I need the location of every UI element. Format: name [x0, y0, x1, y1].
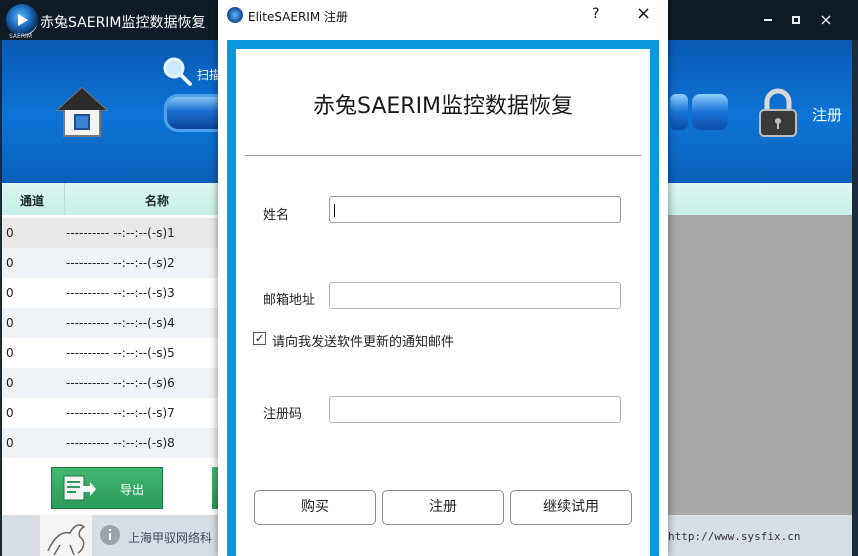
dialog-close-button[interactable]: ×	[636, 3, 651, 24]
table-header: 通道 名称	[2, 183, 220, 215]
export-icon	[63, 475, 96, 501]
table-row[interactable]: 0 ---------- --:--:--(-s)5	[2, 338, 220, 368]
window-edge	[852, 40, 858, 556]
cell-name: ---------- --:--:--(-s)7	[66, 406, 175, 420]
cell-name: ---------- --:--:--(-s)2	[66, 256, 175, 270]
cell-channel: 0	[6, 256, 14, 270]
cell-channel: 0	[6, 286, 14, 300]
cell-channel: 0	[6, 226, 14, 240]
buy-button[interactable]: 购买	[254, 490, 376, 525]
registration-code-field[interactable]	[329, 396, 621, 423]
column-divider	[64, 183, 65, 215]
preview-area	[668, 215, 852, 515]
toolbar-tile[interactable]	[670, 94, 688, 130]
info-icon	[100, 525, 120, 545]
notify-checkbox[interactable]: ✓	[253, 332, 266, 345]
notify-checkbox-label[interactable]: 请向我发送软件更新的通知邮件	[272, 331, 454, 350]
column-header-channel[interactable]: 通道	[20, 192, 44, 209]
register-button[interactable]: 注册	[382, 490, 504, 525]
app-close-button[interactable]: ×	[816, 10, 836, 30]
dialog-titlebar: EliteSAERIM 注册 ? ×	[218, 0, 668, 31]
app-title: 赤兔SAERIM监控数据恢复	[40, 15, 206, 31]
cell-name: ---------- --:--:--(-s)1	[66, 226, 175, 240]
register-label[interactable]: 注册	[812, 104, 842, 125]
cell-name: ---------- --:--:--(-s)3	[66, 286, 175, 300]
home-icon[interactable]	[54, 84, 110, 140]
export-button[interactable]: 导出	[51, 467, 163, 509]
registration-dialog: EliteSAERIM 注册 ? × 赤兔SAERIM监控数据恢复 姓名 邮箱地…	[218, 0, 668, 556]
name-field[interactable]	[329, 196, 621, 223]
footer-company-name: 上海甲驭网络科	[128, 531, 213, 545]
text-caret	[334, 204, 335, 217]
search-icon[interactable]	[162, 56, 192, 86]
right-panel-header	[668, 183, 852, 215]
minimize-button[interactable]	[758, 10, 778, 30]
email-field[interactable]	[329, 282, 621, 309]
cell-channel: 0	[6, 316, 14, 330]
cell-name: ---------- --:--:--(-s)4	[66, 316, 175, 330]
divider	[245, 155, 641, 156]
table-row[interactable]: 0 ---------- --:--:--(-s)8	[2, 428, 220, 458]
email-label: 邮箱地址	[263, 293, 316, 308]
cell-channel: 0	[6, 436, 14, 450]
name-label: 姓名	[263, 208, 290, 223]
cell-channel: 0	[6, 406, 14, 420]
cell-channel: 0	[6, 346, 14, 360]
table-row[interactable]: 0 ---------- --:--:--(-s)7	[2, 398, 220, 428]
toolbar-tile[interactable]	[692, 94, 728, 130]
cell-name: ---------- --:--:--(-s)8	[66, 436, 175, 450]
cell-name: ---------- --:--:--(-s)6	[66, 376, 175, 390]
cell-name: ---------- --:--:--(-s)5	[66, 346, 175, 360]
dialog-heading: 赤兔SAERIM监控数据恢复	[312, 94, 574, 119]
table-row[interactable]: 0 ---------- --:--:--(-s)1	[2, 218, 220, 248]
footer-url-link[interactable]: http://www.sysfix.cn	[668, 530, 800, 543]
minimize-icon	[764, 19, 772, 21]
table-row[interactable]: 0 ---------- --:--:--(-s)3	[2, 278, 220, 308]
app-icon	[227, 7, 243, 23]
table-row[interactable]: 0 ---------- --:--:--(-s)6	[2, 368, 220, 398]
app-logo-text: SAERIM	[9, 33, 32, 40]
table-row[interactable]: 0 ---------- --:--:--(-s)2	[2, 248, 220, 278]
company-logo-icon	[40, 515, 92, 556]
registration-code-label: 注册码	[263, 407, 303, 422]
cell-channel: 0	[6, 376, 14, 390]
maximize-button[interactable]	[786, 10, 806, 30]
help-button[interactable]: ?	[592, 6, 599, 22]
continue-trial-button[interactable]: 继续试用	[510, 490, 632, 525]
dialog-title: EliteSAERIM 注册	[248, 10, 349, 24]
maximize-icon	[792, 16, 800, 24]
channel-table: 通道 名称 0 ---------- --:--:--(-s)1 0 -----…	[2, 183, 220, 460]
column-header-name[interactable]: 名称	[145, 192, 169, 209]
app-logo-icon	[6, 4, 38, 36]
lock-icon[interactable]	[754, 88, 802, 138]
export-label: 导出	[120, 483, 145, 497]
table-row[interactable]: 0 ---------- --:--:--(-s)4	[2, 308, 220, 338]
